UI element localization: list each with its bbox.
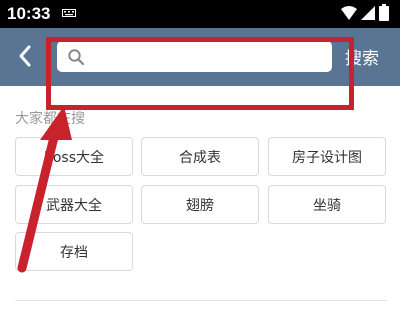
- signal-icon: [361, 6, 375, 20]
- hot-search-tag[interactable]: 翅膀: [141, 185, 259, 224]
- bottom-divider: [15, 300, 387, 301]
- hot-search-tag[interactable]: boss大全: [15, 137, 133, 176]
- hot-search-tag[interactable]: 合成表: [141, 137, 259, 176]
- keyboard-icon: [62, 9, 76, 17]
- chevron-left-icon[interactable]: [18, 45, 32, 67]
- wifi-icon: [341, 6, 357, 20]
- status-bar: 10:33: [0, 0, 400, 28]
- hot-search-tag[interactable]: 武器大全: [15, 185, 133, 224]
- status-time: 10:33: [7, 4, 51, 23]
- battery-icon: [379, 4, 389, 21]
- hot-search-tag[interactable]: 房子设计图: [268, 137, 386, 176]
- hot-search-title: 大家都在搜: [15, 111, 85, 127]
- hot-search-tag[interactable]: 坐骑: [268, 185, 386, 224]
- annotation-highlight-box: [46, 37, 354, 110]
- hot-search-tag[interactable]: 存档: [15, 232, 133, 271]
